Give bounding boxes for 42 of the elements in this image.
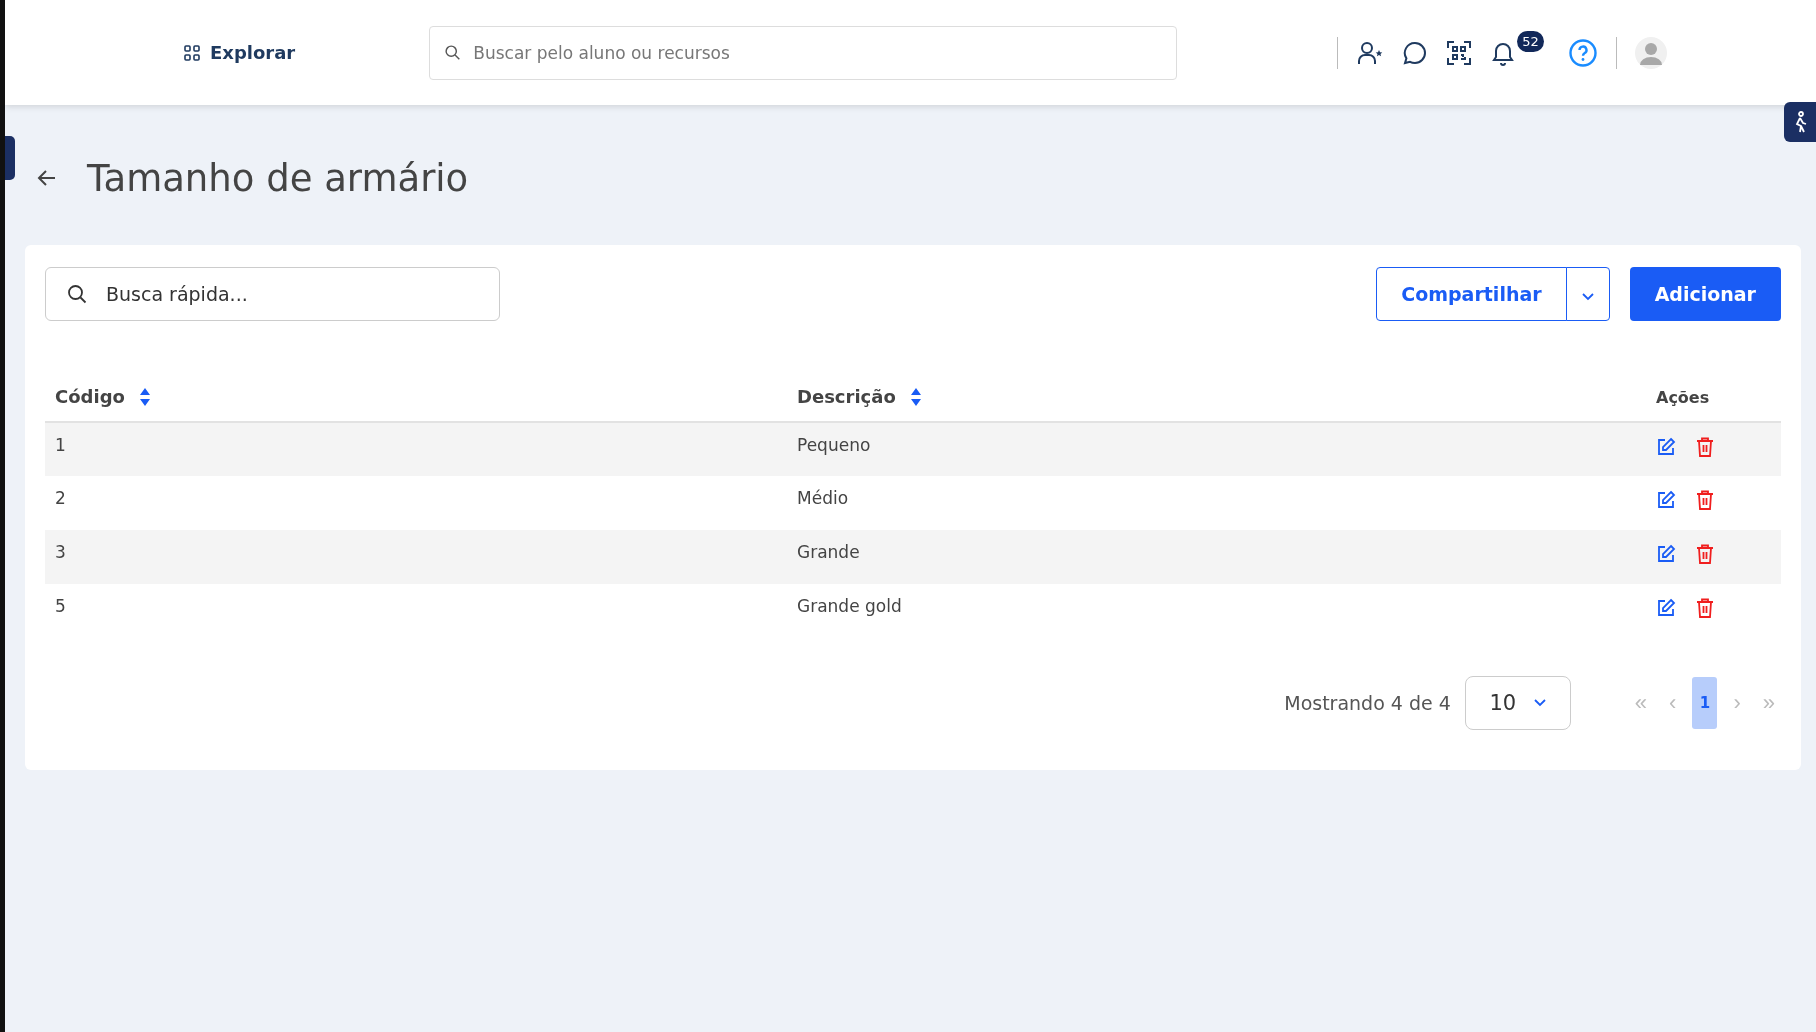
column-header: Ações [1656,388,1710,407]
accessibility-button[interactable] [1784,102,1816,142]
table-cell: Médio [797,488,849,508]
share-button[interactable]: Compartilhar [1376,267,1567,321]
edit-icon[interactable] [1656,437,1676,457]
results-summary: Mostrando 4 de 4 [1284,692,1451,714]
page-title: Tamanho de armário [87,156,469,200]
qr-code-icon[interactable] [1446,39,1473,66]
trash-icon[interactable] [1696,437,1714,457]
table-cell: 2 [55,488,66,508]
sidebar-tab[interactable] [5,136,15,180]
search-icon [444,43,462,61]
table-cell: Grande [797,542,860,562]
chevron-down-icon [1534,699,1547,707]
grid-icon [184,44,200,61]
sort-icon [909,386,922,407]
sort-icon [138,386,151,407]
trash-icon[interactable] [1696,544,1714,564]
add-button[interactable]: Adicionar [1629,267,1781,321]
page-size-select[interactable]: 10 [1464,676,1571,730]
quick-search-field[interactable]: Busca rápida... [45,267,500,321]
table-cell: Pequeno [797,435,871,455]
table-cell: Grande gold [797,596,902,616]
trash-icon[interactable] [1696,490,1714,510]
table-cell: 3 [55,542,66,562]
chat-bubble-icon[interactable] [1402,39,1429,66]
search-icon [67,284,87,304]
column-header[interactable]: Descrição [797,386,922,407]
explore-button[interactable]: Explorar [180,38,300,67]
chevron-down-icon [1581,293,1594,301]
search-field[interactable]: Buscar pelo aluno ou recursos [429,25,1178,80]
trash-icon[interactable] [1696,598,1714,618]
column-header[interactable]: Código [55,386,151,407]
edit-icon[interactable] [1656,490,1676,510]
page-button[interactable]: 1 [1692,677,1718,729]
notification-badge: 52 [1517,30,1544,52]
share-dropdown-button[interactable] [1565,267,1610,321]
table-cell: 1 [55,435,66,455]
table-cell: 5 [55,596,66,616]
help-icon[interactable] [1568,37,1599,68]
edit-icon[interactable] [1656,598,1676,618]
edit-icon[interactable] [1656,544,1676,564]
